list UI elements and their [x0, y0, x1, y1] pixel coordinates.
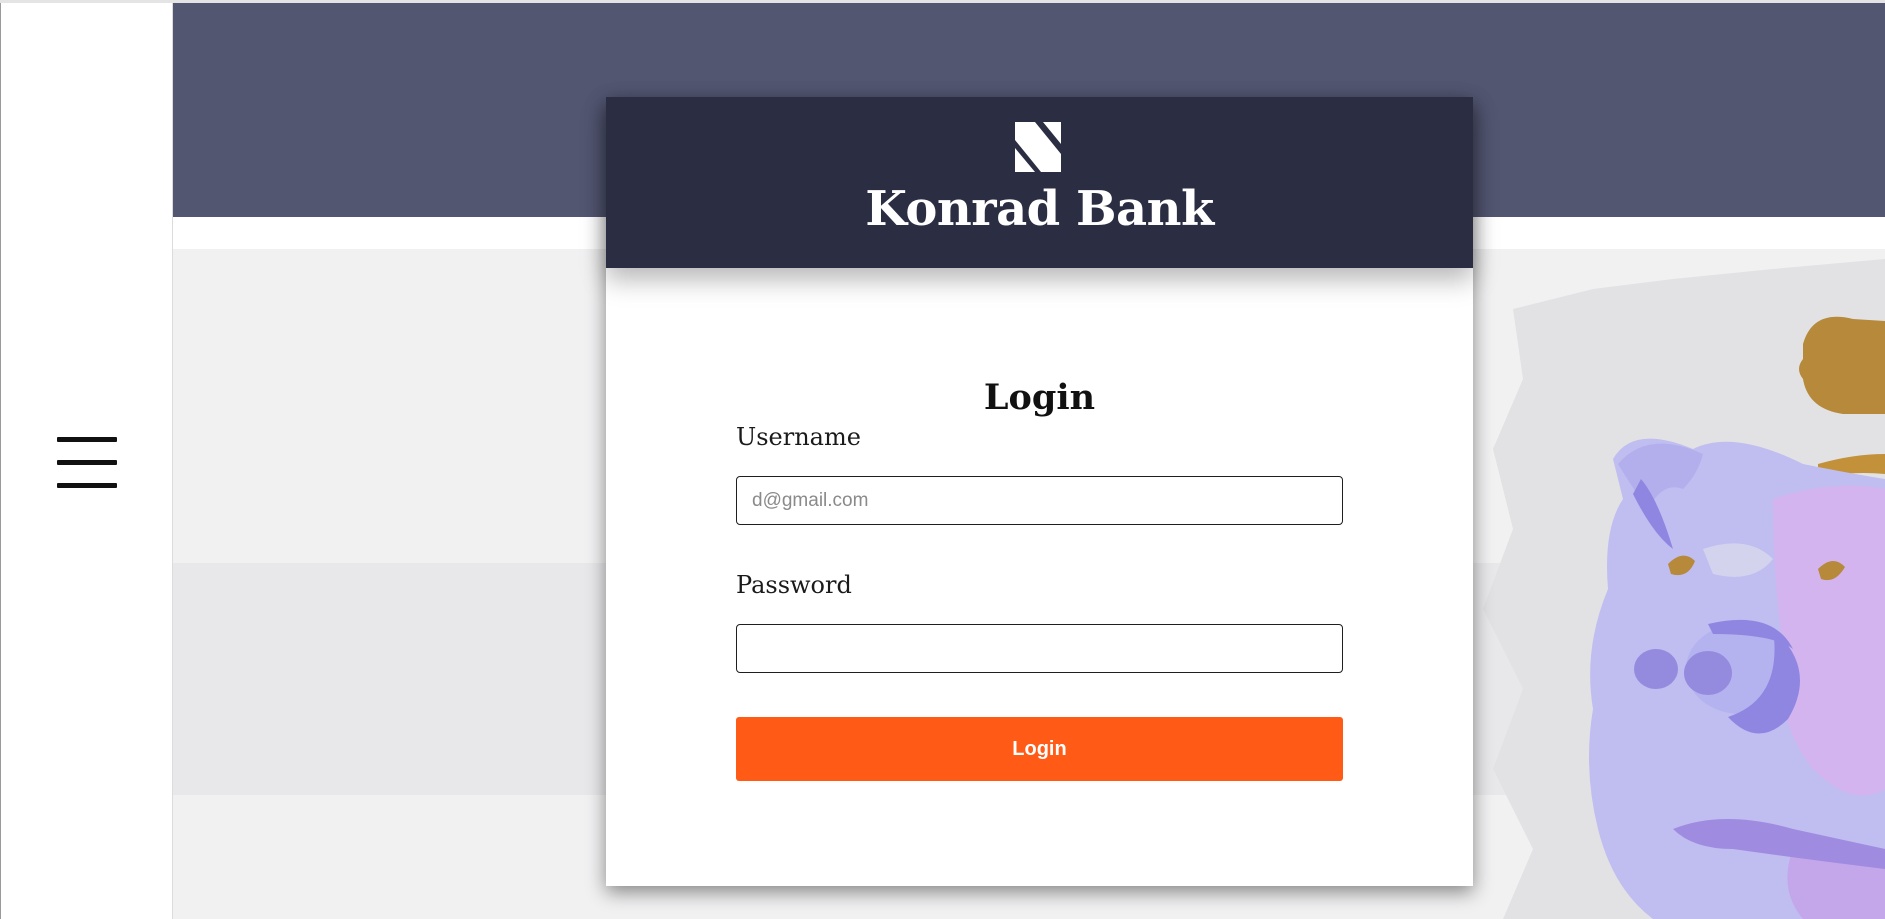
- hamburger-menu-icon[interactable]: [55, 433, 119, 493]
- sidebar: [0, 3, 173, 919]
- login-title: Login: [983, 377, 1096, 418]
- konrad-k-logo-icon: [1015, 122, 1061, 172]
- password-label: Password: [736, 571, 852, 599]
- password-input[interactable]: [736, 624, 1343, 673]
- card-header: Konrad Bank: [606, 97, 1473, 268]
- username-input[interactable]: [736, 476, 1343, 525]
- login-card: Konrad Bank Login Username Password Logi…: [606, 97, 1473, 886]
- brand-name: Konrad Bank: [865, 181, 1214, 237]
- login-button[interactable]: Login: [736, 717, 1343, 781]
- page: Konrad Bank Login Username Password Logi…: [0, 0, 1885, 919]
- username-label: Username: [736, 423, 861, 451]
- piggy-bank-illustration: [1473, 249, 1885, 919]
